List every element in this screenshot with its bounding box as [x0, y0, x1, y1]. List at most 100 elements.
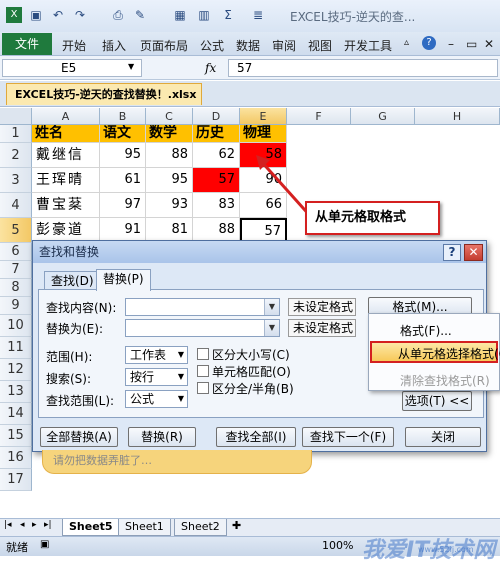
chevron-down-icon[interactable]: ▼: [175, 347, 187, 363]
menu-item-choose-from-cell[interactable]: 从单元格选择格式(C)...: [398, 345, 500, 362]
sheet-nav-first-icon[interactable]: |◂: [4, 520, 12, 530]
column-header-c[interactable]: C: [146, 108, 193, 125]
row-header[interactable]: 4: [0, 193, 32, 218]
table-cell[interactable]: 95: [146, 168, 193, 193]
name-box[interactable]: E5: [2, 59, 142, 77]
tab-view[interactable]: 视图: [308, 37, 332, 54]
row-header[interactable]: 16: [0, 447, 32, 469]
dialog-close-icon[interactable]: ✕: [464, 244, 483, 261]
table-cell[interactable]: 93: [146, 193, 193, 218]
row-header[interactable]: 2: [0, 143, 32, 168]
chevron-down-icon[interactable]: ▼: [175, 369, 187, 385]
sheet-tab-sheet1[interactable]: Sheet1: [118, 519, 171, 536]
row-header[interactable]: 6: [0, 243, 32, 261]
ribbon-collapse-icon[interactable]: ▵: [404, 37, 409, 48]
table-header-cell[interactable]: 物理: [240, 125, 287, 143]
replace-with-input[interactable]: ▼: [125, 319, 280, 337]
chevron-down-icon[interactable]: ▼: [264, 299, 279, 315]
find-next-button[interactable]: 查找下一个(F): [302, 427, 394, 447]
dialog-help-icon[interactable]: ?: [443, 244, 461, 261]
row-header[interactable]: 12: [0, 359, 32, 381]
menu-item-clear-format[interactable]: 清除查找格式(R): [400, 372, 490, 389]
table-cell[interactable]: 83: [193, 193, 240, 218]
tab-insert[interactable]: 插入: [102, 37, 126, 54]
column-header-e[interactable]: E: [240, 108, 287, 125]
zoom-level[interactable]: 100%: [322, 539, 353, 552]
restore-icon[interactable]: ▭: [466, 37, 477, 51]
borders-icon[interactable]: ▦: [172, 7, 188, 23]
options-button[interactable]: 选项(T) <<: [402, 391, 472, 411]
select-all-corner[interactable]: [0, 108, 32, 125]
macro-record-icon[interactable]: ▣: [40, 539, 49, 550]
tab-home[interactable]: 开始: [62, 37, 86, 54]
table-cell[interactable]: 95: [100, 143, 146, 168]
column-header-h[interactable]: H: [415, 108, 500, 125]
table-cell[interactable]: 王珲晴: [32, 168, 100, 193]
tab-page-layout[interactable]: 页面布局: [140, 37, 188, 54]
table-header-cell[interactable]: 姓名: [32, 125, 100, 143]
row-header[interactable]: 8: [0, 279, 32, 297]
menu-item-format[interactable]: 格式(F)...: [400, 322, 452, 339]
row-header[interactable]: 10: [0, 315, 32, 337]
sheet-tab-sheet5[interactable]: Sheet5: [62, 519, 120, 536]
tab-data[interactable]: 数据: [236, 37, 260, 54]
tab-replace[interactable]: 替换(P): [96, 269, 151, 291]
row-header[interactable]: 17: [0, 469, 32, 491]
tab-formulas[interactable]: 公式: [200, 37, 224, 54]
find-what-input[interactable]: ▼: [125, 298, 280, 316]
row-header[interactable]: 14: [0, 403, 32, 425]
format-painter-icon[interactable]: ✎: [132, 7, 148, 23]
row-header[interactable]: 15: [0, 425, 32, 447]
help-icon[interactable]: ?: [422, 36, 436, 50]
table-cell[interactable]: 62: [193, 143, 240, 168]
file-tab[interactable]: 文件: [2, 33, 52, 55]
redo-icon[interactable]: ↷: [72, 7, 88, 23]
replace-all-button[interactable]: 全部替换(A): [40, 427, 118, 447]
row-header[interactable]: 7: [0, 261, 32, 279]
tab-developer[interactable]: 开发工具: [344, 37, 392, 54]
formula-input[interactable]: 57: [228, 59, 498, 77]
column-header-a[interactable]: A: [32, 108, 100, 125]
fx-icon[interactable]: fx: [205, 59, 225, 77]
table-cell[interactable]: 戴继信: [32, 143, 100, 168]
new-sheet-icon[interactable]: ✚: [232, 519, 241, 532]
replace-button[interactable]: 替换(R): [128, 427, 196, 447]
table-cell[interactable]: 88: [146, 143, 193, 168]
row-header[interactable]: 9: [0, 297, 32, 315]
match-entire-checkbox[interactable]: [197, 365, 209, 377]
table-cell[interactable]: 61: [100, 168, 146, 193]
row-header[interactable]: 13: [0, 381, 32, 403]
tab-find[interactable]: 查找(D): [44, 271, 101, 290]
sheet-nav-next-icon[interactable]: ▸: [32, 520, 37, 530]
column-header-d[interactable]: D: [193, 108, 240, 125]
align-icon[interactable]: ≣: [250, 7, 266, 23]
table-cell[interactable]: 曹宝棻: [32, 193, 100, 218]
column-header-g[interactable]: G: [351, 108, 415, 125]
sheet-tab-sheet2[interactable]: Sheet2: [174, 519, 227, 536]
table-header-cell[interactable]: 历史: [193, 125, 240, 143]
table-header-cell[interactable]: 数学: [146, 125, 193, 143]
row-header[interactable]: 5: [0, 218, 32, 243]
row-header[interactable]: 3: [0, 168, 32, 193]
undo-icon[interactable]: ↶: [50, 7, 66, 23]
table-icon[interactable]: ▥: [196, 7, 212, 23]
tab-review[interactable]: 审阅: [272, 37, 296, 54]
name-box-dropdown-icon[interactable]: ▼: [128, 62, 134, 71]
sheet-nav-last-icon[interactable]: ▸|: [44, 520, 52, 530]
column-header-f[interactable]: F: [287, 108, 351, 125]
save-icon[interactable]: ▣: [28, 7, 44, 23]
document-tab[interactable]: EXCEL技巧-逆天的查找替换！.xlsx: [6, 83, 202, 105]
chevron-down-icon[interactable]: ▼: [175, 391, 187, 407]
minimize-icon[interactable]: –: [448, 37, 454, 51]
row-header[interactable]: 11: [0, 337, 32, 359]
match-byte-checkbox[interactable]: [197, 382, 209, 394]
table-cell[interactable]: 97: [100, 193, 146, 218]
table-header-cell[interactable]: 语文: [100, 125, 146, 143]
autosum-icon[interactable]: Σ: [220, 7, 236, 23]
match-case-checkbox[interactable]: [197, 348, 209, 360]
find-all-button[interactable]: 查找全部(I): [216, 427, 296, 447]
table-cell-red[interactable]: 57: [193, 168, 240, 193]
print-preview-icon[interactable]: ⎙: [110, 7, 126, 23]
row-header[interactable]: 1: [0, 125, 32, 143]
column-header-b[interactable]: B: [100, 108, 146, 125]
